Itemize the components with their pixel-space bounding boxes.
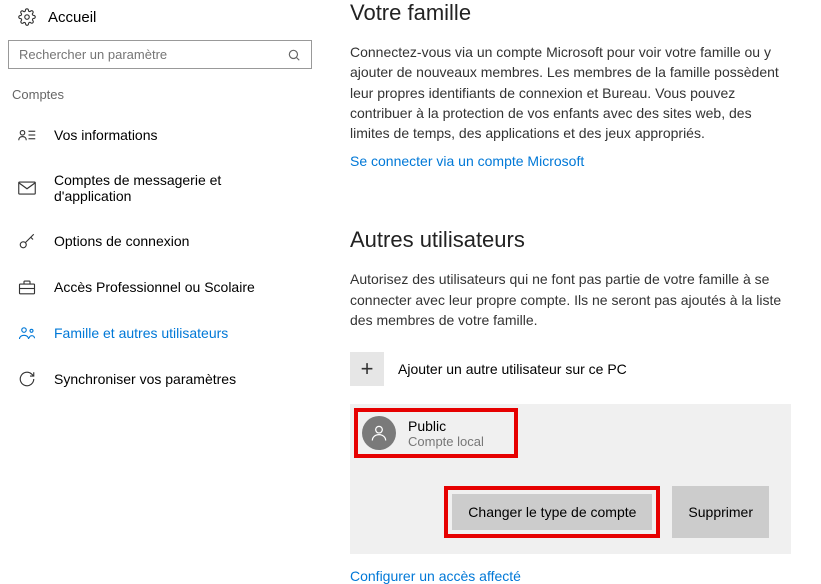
key-icon bbox=[18, 232, 36, 250]
sync-icon bbox=[18, 370, 36, 388]
change-account-type-button[interactable]: Changer le type de compte bbox=[452, 494, 652, 530]
search-input-container[interactable] bbox=[8, 40, 312, 69]
add-user-label: Ajouter un autre utilisateur sur ce PC bbox=[398, 361, 627, 377]
people-icon bbox=[18, 324, 36, 342]
sidebar-item-label: Synchroniser vos paramètres bbox=[54, 371, 236, 387]
sidebar-item-work-school[interactable]: Accès Professionnel ou Scolaire bbox=[8, 264, 312, 310]
user-row[interactable]: Public Compte local bbox=[362, 416, 484, 450]
delete-user-button[interactable]: Supprimer bbox=[672, 486, 769, 538]
home-label: Accueil bbox=[48, 9, 96, 26]
sidebar-item-family-users[interactable]: Famille et autres utilisateurs bbox=[8, 310, 312, 356]
add-user-row[interactable]: + Ajouter un autre utilisateur sur ce PC bbox=[350, 352, 791, 386]
user-name: Public bbox=[408, 418, 484, 434]
search-icon bbox=[287, 48, 301, 62]
others-section-desc: Autorisez des utilisateurs qui ne font p… bbox=[350, 269, 791, 330]
sidebar-item-label: Comptes de messagerie et d'application bbox=[54, 172, 302, 204]
sidebar-item-your-info[interactable]: Vos informations bbox=[8, 112, 312, 158]
sidebar: Accueil Comptes Vos informations Comptes… bbox=[0, 0, 320, 572]
avatar-icon bbox=[362, 416, 396, 450]
plus-icon: + bbox=[350, 352, 384, 386]
signin-microsoft-link[interactable]: Se connecter via un compte Microsoft bbox=[350, 153, 584, 169]
user-entry-block: Public Compte local Changer le type de c… bbox=[350, 404, 791, 554]
family-section-desc: Connectez-vous via un compte Microsoft p… bbox=[350, 42, 791, 143]
family-section-title: Votre famille bbox=[350, 0, 791, 26]
user-text: Public Compte local bbox=[408, 418, 484, 449]
sidebar-item-label: Famille et autres utilisateurs bbox=[54, 325, 228, 341]
user-account-type: Compte local bbox=[408, 434, 484, 449]
category-label: Comptes bbox=[8, 87, 312, 112]
sidebar-item-label: Accès Professionnel ou Scolaire bbox=[54, 279, 255, 295]
sidebar-item-signin-options[interactable]: Options de connexion bbox=[8, 218, 312, 264]
gear-icon bbox=[18, 8, 36, 26]
search-input[interactable] bbox=[19, 47, 287, 62]
sidebar-item-email-accounts[interactable]: Comptes de messagerie et d'application bbox=[8, 158, 312, 218]
main-content: Votre famille Connectez-vous via un comp… bbox=[320, 0, 821, 572]
home-nav[interactable]: Accueil bbox=[8, 0, 312, 40]
sidebar-item-label: Vos informations bbox=[54, 127, 158, 143]
sidebar-item-sync[interactable]: Synchroniser vos paramètres bbox=[8, 356, 312, 402]
sidebar-item-label: Options de connexion bbox=[54, 233, 189, 249]
user-actions: Changer le type de compte Supprimer bbox=[350, 486, 791, 538]
others-section-title: Autres utilisateurs bbox=[350, 227, 791, 253]
change-type-highlight: Changer le type de compte bbox=[444, 486, 660, 538]
briefcase-icon bbox=[18, 278, 36, 296]
configure-assigned-access-link[interactable]: Configurer un accès affecté bbox=[350, 568, 791, 584]
mail-icon bbox=[18, 179, 36, 197]
user-row-highlight: Public Compte local bbox=[354, 408, 518, 458]
person-card-icon bbox=[18, 126, 36, 144]
